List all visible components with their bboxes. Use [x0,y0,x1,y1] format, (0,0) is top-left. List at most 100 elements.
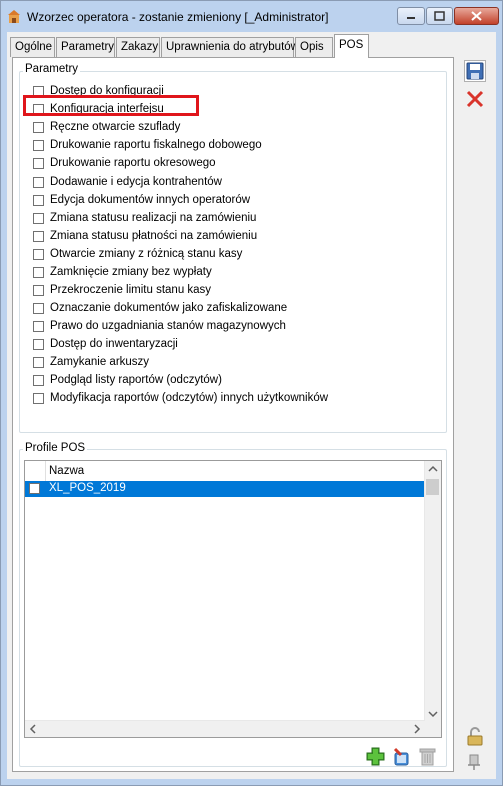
minimize-button[interactable] [397,7,425,25]
checkbox-reczne-otwarcie-szuflady[interactable]: Ręczne otwarcie szuflady [33,119,180,135]
scroll-up-icon[interactable] [428,465,438,473]
scroll-left-icon[interactable] [29,724,37,734]
checkbox[interactable] [33,212,44,224]
checkbox-label: Modyfikacja raportów (odczytów) innych u… [50,392,329,404]
checkbox[interactable] [33,194,44,206]
checkbox-zamykanie-arkuszy[interactable]: Zamykanie arkuszy [33,354,149,370]
list-header: Nazwa [25,461,425,482]
tab-opis[interactable]: Opis [295,37,333,57]
profile-pos-group-label: Profile POS [23,442,88,454]
window-title: Wzorzec operatora - zostanie zmieniony [… [27,10,329,24]
lock-button[interactable] [464,726,486,748]
lock-icon [467,727,483,746]
checkbox-inwentaryzacja[interactable]: Dostęp do inwentaryzacji [33,336,178,352]
checkbox[interactable] [33,374,44,386]
checkbox-status-realizacji[interactable]: Zmiana statusu realizacji na zamówieniu [33,210,256,226]
checkbox[interactable] [33,176,44,188]
close-window-button[interactable] [454,7,499,25]
maximize-icon [434,11,445,21]
tab-panel-pos: Parametry Dostęp do konfiguracji Konfigu… [12,57,454,772]
checkbox-zamkniecie-zmiany[interactable]: Zamknięcie zmiany bez wypłaty [33,264,212,280]
checkbox-edycja-dokumentow[interactable]: Edycja dokumentów innych operatorów [33,192,250,208]
checkbox[interactable] [33,157,44,169]
tab-label: Opis [300,41,324,53]
tab-label: Ogólne [15,41,53,53]
checkbox-label: Podgląd listy raportów (odczytów) [50,374,222,386]
close-icon [471,11,482,21]
save-button[interactable] [464,60,486,82]
checkbox-label: Dodawanie i edycja kontrahentów [50,176,222,188]
tab-zakazy[interactable]: Zakazy [116,37,160,57]
scroll-down-icon[interactable] [428,710,438,718]
checkbox-label: Drukowanie raportu okresowego [50,157,216,169]
tab-pos[interactable]: POS [334,34,369,58]
tab-uprawnienia-do-atrybutow[interactable]: Uprawnienia do atrybutów [161,37,299,57]
checkbox[interactable] [33,284,44,296]
add-icon[interactable] [365,746,386,767]
checkbox-label: Otwarcie zmiany z różnicą stanu kasy [50,248,243,260]
checkbox[interactable] [33,356,44,368]
checkbox-podglad-raportow[interactable]: Podgląd listy raportów (odczytów) [33,372,222,388]
checkbox-label: Zmiana statusu płatności na zamówieniu [50,230,258,242]
checkbox-zafiskalizowane[interactable]: Oznaczanie dokumentów jako zafiskalizowa… [33,300,287,316]
tab-parametry[interactable]: Parametry [56,37,115,57]
table-row[interactable]: XL_POS_2019 [25,481,425,497]
tab-label: Zakazy [121,41,159,53]
checkbox-label: Prawo do uzgadniania stanów magazynowych [50,320,286,332]
vertical-scrollbar[interactable] [424,461,441,722]
checkbox-label: Zamknięcie zmiany bez wypłaty [50,266,212,278]
scroll-corner [425,721,441,737]
edit-icon[interactable] [391,746,412,767]
checkbox-modyfikacja-raportow[interactable]: Modyfikacja raportów (odczytów) innych u… [33,390,328,406]
parametry-group-label: Parametry [23,63,81,75]
pin-icon [468,754,480,770]
checkbox-uzgadnianie-stanow[interactable]: Prawo do uzgadniania stanów magazynowych [33,318,286,334]
checkbox-label: Zmiana statusu realizacji na zamówieniu [50,212,257,224]
checkbox[interactable] [33,392,44,404]
window-client: Ogólne Parametry Zakazy Uprawnienia do a… [7,32,496,779]
checkbox-limit-stanu-kasy[interactable]: Przekroczenie limitu stanu kasy [33,282,211,298]
cancel-icon [466,90,484,108]
checkbox-otwarcie-zmiany-roznica[interactable]: Otwarcie zmiany z różnicą stanu kasy [33,246,242,262]
minimize-icon [407,17,415,19]
pin-button[interactable] [464,750,486,772]
save-icon [466,62,484,80]
checkbox-raport-okresowy[interactable]: Drukowanie raportu okresowego [33,155,216,171]
checkbox[interactable] [33,266,44,278]
checkbox[interactable] [33,139,44,151]
app-icon [8,10,20,23]
highlight-annotation [23,95,199,116]
row-checkbox[interactable] [29,483,40,494]
select-column-header[interactable] [25,461,46,481]
checkbox-label: Oznaczanie dokumentów jako zafiskalizowa… [50,302,288,314]
checkbox-dodawanie-kontrahentow[interactable]: Dodawanie i edycja kontrahentów [33,174,222,190]
checkbox-label: Przekroczenie limitu stanu kasy [50,284,212,296]
profile-name: XL_POS_2019 [49,482,126,494]
horizontal-scrollbar[interactable] [25,720,425,737]
checkbox[interactable] [33,320,44,332]
scrollbar-thumb[interactable] [426,479,439,495]
tab-ogolne[interactable]: Ogólne [10,37,55,57]
checkbox[interactable] [33,302,44,314]
window: Wzorzec operatora - zostanie zmieniony [… [0,0,503,786]
maximize-button[interactable] [426,7,453,25]
scroll-right-icon[interactable] [413,724,421,734]
checkbox[interactable] [33,230,44,242]
title-bar: Wzorzec operatora - zostanie zmieniony [… [1,1,502,31]
cancel-button[interactable] [464,88,486,110]
checkbox-status-platnosci[interactable]: Zmiana statusu płatności na zamówieniu [33,228,257,244]
checkbox[interactable] [33,248,44,260]
checkbox-label: Zamykanie arkuszy [50,356,150,368]
tab-label: POS [339,39,364,51]
profile-list: Nazwa XL_POS_2019 [24,460,442,738]
checkbox-raport-fiskalny-dobowy[interactable]: Drukowanie raportu fiskalnego dobowego [33,137,262,153]
checkbox[interactable] [33,121,44,133]
tab-label: Uprawnienia do atrybutów [166,41,299,53]
checkbox-label: Ręczne otwarcie szuflady [50,121,181,133]
column-header-nazwa[interactable]: Nazwa [49,465,84,477]
checkbox[interactable] [33,338,44,350]
trash-icon[interactable] [417,746,438,767]
checkbox-label: Edycja dokumentów innych operatorów [50,194,251,206]
tab-label: Parametry [61,41,115,53]
checkbox-label: Dostęp do inwentaryzacji [50,338,178,350]
